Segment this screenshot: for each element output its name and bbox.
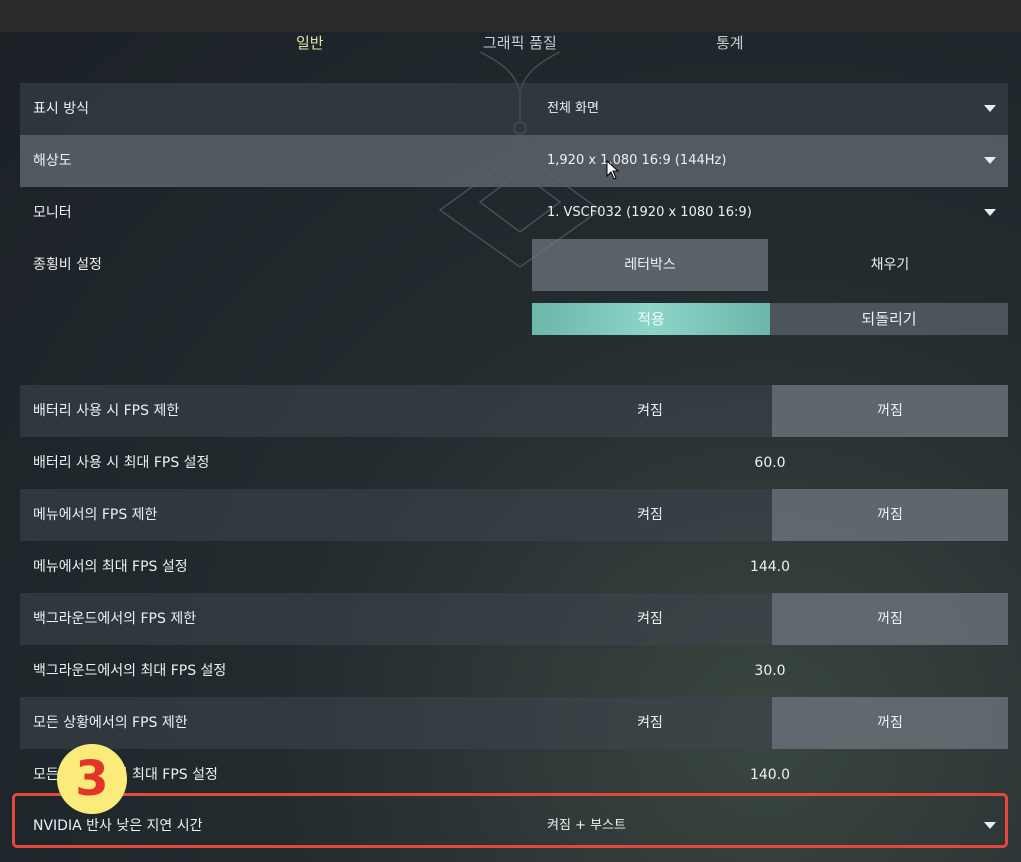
- row-background-fps-limit: 백그라운드에서의 FPS 제한 켜짐 꺼짐: [20, 593, 1008, 645]
- chevron-down-icon: [984, 157, 996, 164]
- row-battery-fps-limit: 배터리 사용 시 FPS 제한 켜짐 꺼짐: [20, 385, 1008, 437]
- background-fps-limit-off[interactable]: 꺼짐: [772, 593, 1008, 645]
- tab-general[interactable]: 일반: [296, 32, 324, 53]
- apply-button[interactable]: 적용: [532, 303, 770, 335]
- step-number-badge: 3: [57, 744, 127, 814]
- row-display-mode: 표시 방식 전체 화면: [20, 83, 1008, 135]
- tab-stats[interactable]: 통계: [716, 32, 744, 53]
- display-mode-label: 표시 방식: [33, 101, 89, 117]
- highlight-box: [12, 793, 1008, 848]
- display-mode-value: 전체 화면: [547, 101, 599, 116]
- monitor-dropdown[interactable]: 1. VSCF032 (1920 x 1080 16:9): [532, 187, 1008, 239]
- chevron-down-icon: [984, 105, 996, 112]
- background-fps-limit-label: 백그라운드에서의 FPS 제한: [33, 611, 197, 627]
- battery-fps-limit-label: 배터리 사용 시 FPS 제한: [33, 403, 180, 419]
- battery-fps-limit-on[interactable]: 켜짐: [532, 385, 768, 437]
- menu-fps-limit-on[interactable]: 켜짐: [532, 489, 768, 541]
- background-max-fps-label: 백그라운드에서의 최대 FPS 설정: [33, 663, 227, 679]
- battery-fps-limit-off[interactable]: 꺼짐: [772, 385, 1008, 437]
- fill-option[interactable]: 채우기: [772, 239, 1008, 291]
- row-menu-max-fps: 메뉴에서의 최대 FPS 설정 144.0: [20, 541, 1008, 593]
- background-max-fps-value[interactable]: 30.0: [532, 645, 1008, 697]
- resolution-label: 해상도: [33, 153, 72, 169]
- background-fps-limit-on[interactable]: 켜짐: [532, 593, 768, 645]
- row-battery-max-fps: 배터리 사용 시 최대 FPS 설정 60.0: [20, 437, 1008, 489]
- display-mode-dropdown[interactable]: 전체 화면: [532, 83, 1008, 135]
- chevron-down-icon: [984, 209, 996, 216]
- monitor-value: 1. VSCF032 (1920 x 1080 16:9): [547, 205, 752, 220]
- mouse-cursor-icon: [606, 160, 620, 180]
- row-always-fps-limit: 모든 상황에서의 FPS 제한 켜짐 꺼짐: [20, 697, 1008, 749]
- row-background-max-fps: 백그라운드에서의 최대 FPS 설정 30.0: [20, 645, 1008, 697]
- aspect-ratio-label: 종횡비 설정: [33, 257, 102, 273]
- always-fps-limit-on[interactable]: 켜짐: [532, 697, 768, 749]
- resolution-dropdown[interactable]: 1,920 x 1,080 16:9 (144Hz): [532, 135, 1008, 187]
- window-top-bar: [0, 0, 1021, 32]
- resolution-value: 1,920 x 1,080 16:9 (144Hz): [547, 153, 727, 168]
- row-menu-fps-limit: 메뉴에서의 FPS 제한 켜짐 꺼짐: [20, 489, 1008, 541]
- menu-max-fps-label: 메뉴에서의 최대 FPS 설정: [33, 559, 188, 575]
- revert-button[interactable]: 되돌리기: [770, 303, 1008, 335]
- menu-fps-limit-off[interactable]: 꺼짐: [772, 489, 1008, 541]
- row-aspect-ratio: 종횡비 설정 레터박스 채우기: [20, 239, 1008, 291]
- row-monitor: 모니터 1. VSCF032 (1920 x 1080 16:9): [20, 187, 1008, 239]
- always-fps-limit-label: 모든 상황에서의 FPS 제한: [33, 715, 188, 731]
- menu-max-fps-value[interactable]: 144.0: [532, 541, 1008, 593]
- row-resolution: 해상도 1,920 x 1,080 16:9 (144Hz): [20, 135, 1008, 187]
- battery-max-fps-label: 배터리 사용 시 최대 FPS 설정: [33, 455, 210, 471]
- menu-fps-limit-label: 메뉴에서의 FPS 제한: [33, 507, 158, 523]
- battery-max-fps-value[interactable]: 60.0: [532, 437, 1008, 489]
- letterbox-option[interactable]: 레터박스: [532, 239, 768, 291]
- monitor-label: 모니터: [33, 205, 72, 221]
- always-fps-limit-off[interactable]: 꺼짐: [772, 697, 1008, 749]
